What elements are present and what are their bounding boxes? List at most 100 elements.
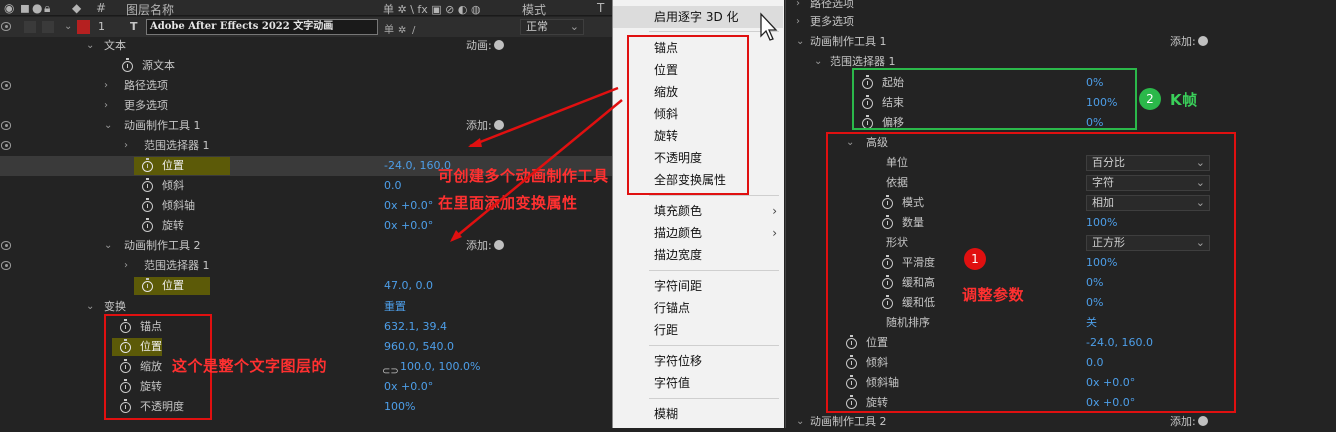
menu-item-tracking[interactable]: 字符间距 — [613, 275, 783, 297]
audio-toggle[interactable] — [24, 21, 36, 33]
animate-label: 动画: — [466, 39, 492, 52]
property-value[interactable]: 960.0, 540.0 — [384, 337, 454, 357]
tree-row-animator-1[interactable]: ⌄ 动画制作工具 1 添加: — [786, 32, 1336, 52]
menu-item-line-anchor[interactable]: 行锚点 — [613, 297, 783, 319]
eye-header-icon: ◉ — [4, 1, 15, 15]
expand-chevron-right-icon[interactable]: › — [124, 136, 128, 156]
collapse-switch-icon[interactable]: ✲ — [398, 21, 410, 36]
col-num: # — [96, 1, 107, 15]
property-value[interactable]: 100.0, 100.0% — [400, 357, 480, 377]
menu-item-label: 行距 — [654, 323, 679, 337]
menu-item-fill-color[interactable]: 填充颜色 › — [613, 200, 783, 222]
row-label: 范围选择器 1 — [144, 259, 210, 272]
tree-row-animator-2[interactable]: ⌄ 动画制作工具 2 添加: — [786, 412, 1336, 432]
tree-row-text[interactable]: ⌄ 文本 动画: — [0, 36, 612, 56]
property-value[interactable]: 632.1, 39.4 — [384, 317, 447, 337]
play-circle-icon — [493, 40, 504, 50]
tree-row-transform[interactable]: ⌄ 变换 重置 — [0, 297, 612, 317]
blend-mode-dropdown[interactable]: 正常 ⌄ — [520, 19, 584, 35]
menu-item-line-spacing[interactable]: 行距 — [613, 319, 783, 341]
stopwatch-icon[interactable] — [142, 218, 153, 232]
expand-chevron-icon[interactable]: ⌄ — [796, 32, 804, 52]
shy-switch-icon[interactable]: 单 — [384, 21, 396, 36]
tree-row-anchor[interactable]: 锚点 632.1, 39.4 — [0, 317, 612, 337]
expand-chevron-icon[interactable]: ⌄ — [86, 297, 94, 317]
stopwatch-icon[interactable] — [142, 158, 153, 172]
visibility-eye-icon[interactable] — [1, 241, 11, 250]
annotation-whole-layer: 这个是整个文字图层的 — [172, 357, 328, 375]
property-value[interactable]: 0.0 — [384, 176, 402, 196]
row-label: 动画制作工具 2 — [124, 239, 201, 252]
menu-item-stroke-color[interactable]: 描边颜色 › — [613, 222, 783, 244]
property-value[interactable]: 0x +0.0° — [384, 216, 433, 236]
visibility-eye-icon[interactable] — [1, 22, 11, 31]
row-label: 倾斜 — [162, 179, 184, 192]
expand-chevron-icon[interactable]: ⌄ — [814, 52, 822, 72]
menu-separator — [649, 398, 779, 399]
menu-item-label: 字符位移 — [654, 354, 703, 368]
property-value[interactable]: 100% — [384, 397, 415, 417]
property-value[interactable]: 0x +0.0° — [384, 196, 433, 216]
menu-item-char-value[interactable]: 字符值 — [613, 372, 783, 394]
expand-chevron-right-icon[interactable]: › — [796, 12, 800, 32]
tree-row-more-options[interactable]: › 更多选项 — [786, 12, 1336, 32]
stopwatch-icon[interactable] — [122, 58, 133, 72]
property-value[interactable]: 0x +0.0° — [384, 377, 433, 397]
row-label: 源文本 — [142, 59, 175, 72]
row-label: 旋转 — [162, 219, 184, 232]
tree-row-opacity[interactable]: 不透明度 100% — [0, 397, 612, 417]
menu-item-label: 描边颜色 — [654, 226, 703, 240]
menu-item-label: 字符间距 — [654, 279, 703, 293]
visibility-eye-icon[interactable] — [1, 121, 11, 130]
play-circle-icon — [1197, 416, 1208, 426]
menu-separator — [649, 270, 779, 271]
expand-chevron-icon[interactable]: ⌄ — [796, 412, 804, 432]
layer-type-icon: T — [130, 20, 138, 33]
expand-chevron-icon[interactable]: ⌄ — [104, 116, 112, 136]
stopwatch-icon[interactable] — [142, 178, 153, 192]
tree-row-layer-rotation[interactable]: 旋转 0x +0.0° — [0, 377, 612, 397]
expand-chevron-right-icon[interactable]: › — [104, 96, 108, 116]
stopwatch-icon[interactable] — [142, 278, 153, 292]
visibility-eye-icon[interactable] — [1, 141, 11, 150]
add-menu-button[interactable]: 添加: — [1170, 412, 1208, 432]
animate-menu-button[interactable]: 动画: — [466, 36, 504, 56]
layer-label-color[interactable] — [77, 20, 90, 34]
menu-item-char-offset[interactable]: 字符位移 — [613, 350, 783, 372]
add-menu-button[interactable]: 添加: — [1170, 32, 1208, 52]
expand-chevron-icon[interactable]: ⌄ — [104, 236, 112, 256]
quality-switch-icon[interactable]: / — [412, 21, 424, 36]
expand-chevron-right-icon[interactable]: › — [124, 256, 128, 276]
layer-row[interactable]: ⌄ 1 T Adobe After Effects 2022 文字动画 单 ✲ … — [0, 17, 612, 37]
expand-chevron-icon[interactable]: ⌄ — [86, 36, 94, 56]
menu-separator — [649, 345, 779, 346]
col-layer-name: 图层名称 — [126, 3, 175, 17]
annotation-badge-2: 2 — [1139, 88, 1161, 110]
tree-row-source-text[interactable]: 源文本 — [0, 56, 612, 76]
solo-toggle[interactable] — [42, 21, 54, 33]
row-label: 文本 — [104, 39, 126, 52]
property-value[interactable]: 47.0, 0.0 — [384, 276, 433, 296]
timeline-panel-right: › 路径选项 › 更多选项 ⌄ 动画制作工具 1 添加: ⌄ 范围选择器 1 起… — [785, 0, 1336, 428]
annotation-box-params — [826, 132, 1236, 413]
menu-item-stroke-width[interactable]: 描边宽度 — [613, 244, 783, 266]
row-label: 更多选项 — [124, 99, 168, 112]
layer-name-field[interactable]: Adobe After Effects 2022 文字动画 — [146, 19, 378, 35]
lock-header-icon: 🔒︎ — [44, 1, 51, 15]
menu-item-label: 描边宽度 — [654, 248, 703, 262]
layer-number: 1 — [98, 20, 105, 33]
reset-link[interactable]: 重置 — [384, 297, 406, 317]
row-label: 更多选项 — [810, 15, 854, 28]
row-label: 倾斜轴 — [162, 199, 195, 212]
menu-item-blur[interactable]: 模糊 — [613, 403, 783, 425]
row-label: 位置 — [162, 279, 184, 292]
tree-row-range-selector-1b[interactable]: › 范围选择器 1 — [0, 256, 612, 276]
tree-row-layer-position[interactable]: 位置 960.0, 540.0 — [0, 337, 612, 357]
visibility-eye-icon[interactable] — [1, 261, 11, 270]
stopwatch-icon[interactable] — [142, 198, 153, 212]
expand-chevron-icon[interactable]: ⌄ — [64, 17, 72, 37]
expand-chevron-right-icon[interactable]: › — [104, 76, 108, 96]
menu-item-enable-3d[interactable]: 启用逐字 3D 化 — [613, 6, 783, 28]
visibility-eye-icon[interactable] — [1, 81, 11, 90]
tree-row-position-2[interactable]: 位置 47.0, 0.0 — [0, 276, 612, 296]
